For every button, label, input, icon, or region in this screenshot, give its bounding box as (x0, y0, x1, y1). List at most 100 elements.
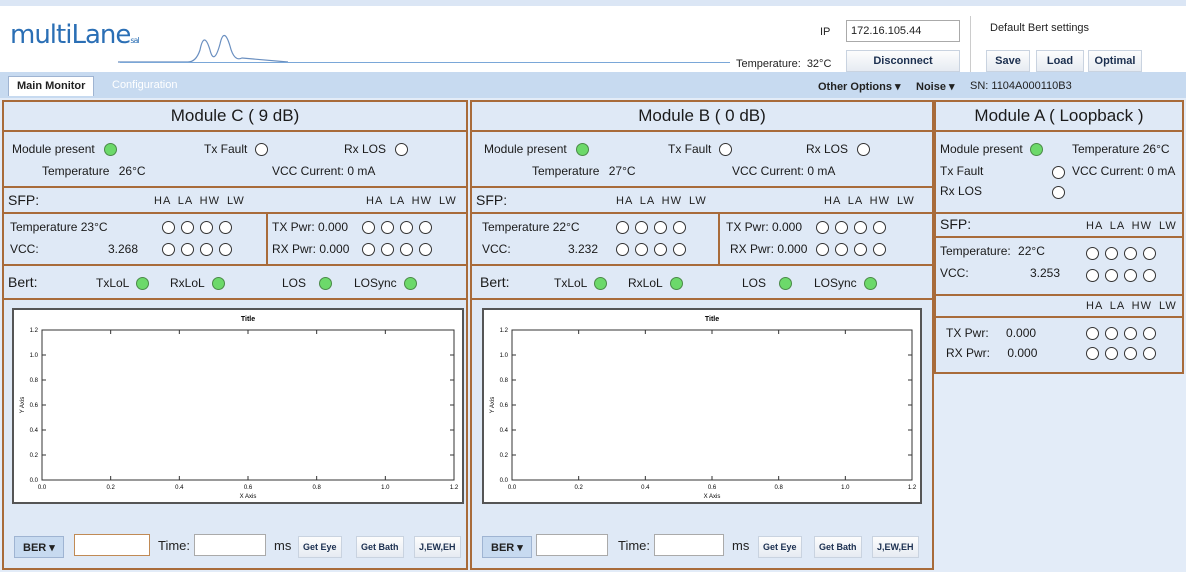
x-axis-label: X Axis (240, 494, 257, 500)
top-bar: multiLanesal IP 172.16.105.44 Temperatur… (0, 0, 1186, 74)
vcc-leds (162, 242, 238, 257)
tab-main-monitor[interactable]: Main Monitor (8, 76, 95, 96)
top-temperature: Temperature: 32°C (736, 58, 832, 70)
module-present-label: Module present (484, 142, 567, 156)
sfp-header-right: HA LA HW LW (366, 195, 457, 207)
vcc-label: VCC: (10, 242, 39, 256)
rx-pwr: RX Pwr: 0.000 (730, 242, 808, 256)
rx-los-label: Rx LOS (344, 142, 387, 156)
vcc-leds (616, 242, 692, 257)
txlol-led (594, 277, 608, 291)
load-button[interactable]: Load (1036, 50, 1084, 72)
ip-input[interactable]: 172.16.105.44 (846, 20, 960, 42)
tx-pwr: TX Pwr: 0.000 (272, 220, 349, 234)
y-tick-label: 0.4 (30, 428, 39, 434)
rx-pwr-label: RX Pwr: (946, 346, 991, 360)
x-tick-label: 0.0 (508, 485, 517, 491)
sfp-temperature-label: Temperature: (940, 244, 1011, 258)
sfp-temp-leds (616, 220, 692, 235)
ber-input[interactable] (74, 534, 150, 556)
divider (4, 212, 466, 214)
get-eye-button[interactable]: Get Eye (758, 536, 802, 558)
chart-title: Title (241, 316, 255, 323)
txlol-label: TxLoL (96, 276, 129, 290)
x-tick-label: 1.2 (908, 485, 917, 491)
x-tick-label: 0.4 (175, 485, 184, 491)
sfp-temp-leds (162, 220, 238, 235)
x-tick-label: 0.6 (708, 485, 717, 491)
tx-pwr-leds (816, 220, 892, 235)
time-label: Time: (618, 538, 651, 553)
rx-los-led (395, 143, 409, 157)
divider (472, 186, 932, 188)
rxlol-led (211, 277, 225, 291)
y-tick-label: 1.2 (30, 328, 39, 334)
sfp-temperature-label: Temperature (10, 220, 78, 234)
time-label: Time: (158, 538, 191, 553)
x-tick-label: 0.8 (312, 485, 321, 491)
noise-menu[interactable]: Noise ▾ (916, 80, 955, 93)
tx-pwr: TX Pwr: 0.000 (726, 220, 803, 234)
ber-chart: Title 0.0 0.2 0.4 0.6 0.8 1.0 1.2 0.0 0.2 0.4 0.6 0.… (482, 308, 922, 504)
y-tick-label: 0.4 (500, 428, 509, 434)
time-input[interactable] (654, 534, 724, 556)
temperature-label: Temperature (1072, 142, 1140, 156)
rx-pwr: RX Pwr: 0.000 (272, 242, 350, 256)
y-tick-label: 0.6 (30, 403, 39, 409)
serial-number: SN: 1104A000110B3 (970, 80, 1072, 92)
y-tick-label: 1.2 (500, 328, 509, 334)
save-button[interactable]: Save (986, 50, 1030, 72)
temperature-value: 27°C (608, 164, 636, 178)
x-tick-label: 0.0 (38, 485, 47, 491)
y-axis-label: Y Axis (20, 397, 26, 414)
sfp-header-left: HA LA HW LW (616, 195, 707, 207)
ber-dropdown[interactable]: BER ▾ (482, 536, 532, 558)
vcc-value: 3.253 (1030, 266, 1061, 280)
x-tick-label: 0.8 (774, 485, 783, 491)
divider (718, 212, 720, 264)
txlol-label: TxLoL (554, 276, 587, 290)
y-tick-label: 0.8 (500, 378, 509, 384)
x-tick-label: 0.2 (106, 485, 115, 491)
rxlol-led (669, 277, 683, 291)
optimal-button[interactable]: Optimal (1088, 50, 1142, 72)
pwr-header: HA LA HW LW (1086, 300, 1177, 312)
tx-fault-label: Tx Fault (204, 142, 248, 156)
tx-fault-led (718, 143, 732, 157)
y-tick-label: 0.0 (500, 478, 509, 484)
rxlol-label: RxLoL (170, 276, 205, 290)
rx-pwr-leds (1086, 346, 1162, 361)
tx-fault-label: Tx Fault (668, 142, 712, 156)
get-bath-button[interactable]: Get Bath (814, 536, 862, 558)
other-options-menu[interactable]: Other Options ▾ (818, 80, 901, 93)
losync-led (864, 277, 878, 291)
temperature-label: Temperature (42, 164, 110, 178)
divider (4, 298, 466, 300)
ber-chart-svg: Title 0.0 0.2 0.4 0.6 0.8 1.0 1.2 0.0 0.2 0.4 0.6 0.… (20, 316, 459, 500)
vcc-current-value: 0 mA (1147, 164, 1176, 178)
module-c-panel: Module C ( 9 dB) Module present Tx Fault… (2, 100, 468, 570)
get-bath-button[interactable]: Get Bath (356, 536, 404, 558)
sfp-label: SFP: (8, 192, 40, 208)
ber-input[interactable] (536, 534, 608, 556)
x-tick-label: 0.2 (574, 485, 583, 491)
ber-dropdown[interactable]: BER ▾ (14, 536, 64, 558)
vcc-value: 3.232 (568, 242, 599, 256)
ip-label: IP (820, 26, 831, 38)
x-tick-label: 1.0 (841, 485, 850, 491)
jew-button[interactable]: J,EW,EH (872, 536, 919, 558)
temperature-value: 26°C (118, 164, 146, 178)
disconnect-button[interactable]: Disconnect (846, 50, 960, 72)
ber-chart-svg: Title 0.0 0.2 0.4 0.6 0.8 1.0 1.2 0.0 0.2 0.4 0.6 0.… (490, 316, 917, 500)
get-eye-button[interactable]: Get Eye (298, 536, 342, 558)
time-input[interactable] (194, 534, 266, 556)
sfp-temperature-value: 23°C (80, 220, 108, 234)
ms-label: ms (732, 538, 750, 553)
x-tick-label: 1.0 (381, 485, 390, 491)
jew-button[interactable]: J,EW,EH (414, 536, 461, 558)
divider (472, 212, 932, 214)
plot-frame (511, 329, 913, 481)
los-label: LOS (282, 276, 307, 290)
tab-configuration[interactable]: Configuration (104, 76, 185, 96)
losync-label: LOSync (814, 276, 857, 290)
